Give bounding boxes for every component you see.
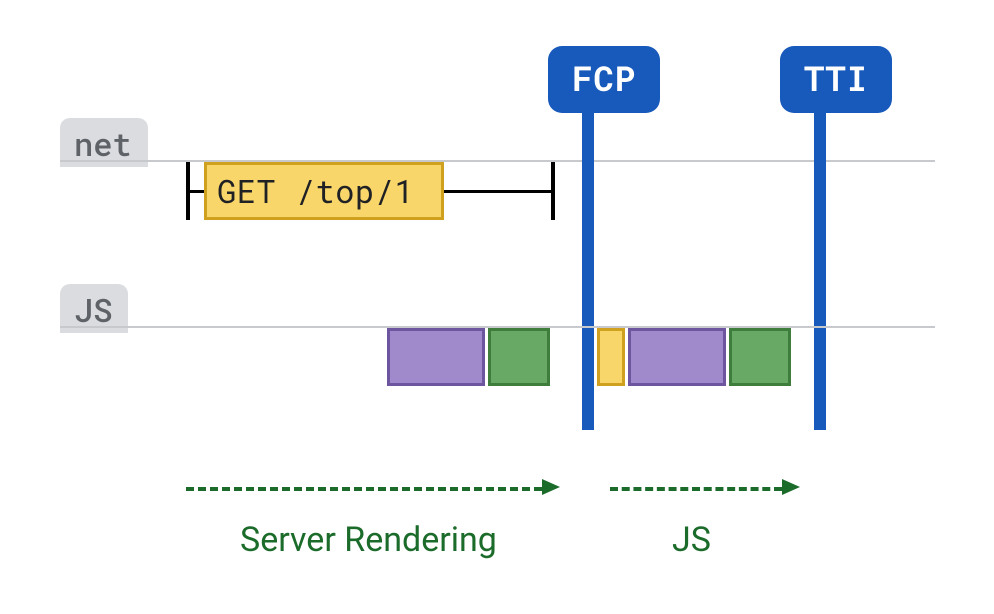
js-block-3-purple xyxy=(628,328,726,386)
server-rendering-label: Server Rendering xyxy=(240,520,497,560)
tti-pill: TTI xyxy=(780,46,892,113)
js-block-4-green xyxy=(729,328,791,386)
timing-diagram: FCP TTI net GET /top/1 JS Server Renderi… xyxy=(0,0,994,614)
fcp-pill: FCP xyxy=(548,46,660,113)
lane-rule-net xyxy=(60,160,935,162)
js-block-1-green xyxy=(488,328,550,386)
js-phase-arrow-head xyxy=(782,479,800,495)
fcp-marker-line xyxy=(582,100,594,430)
js-phase-label: JS xyxy=(672,520,711,560)
server-rendering-arrow-line xyxy=(186,487,542,491)
js-block-2-yellow xyxy=(597,328,625,386)
js-block-0-purple xyxy=(387,328,485,386)
server-rendering-arrow-head xyxy=(542,479,560,495)
tti-marker-line xyxy=(814,100,826,430)
js-phase-arrow-line xyxy=(610,487,782,491)
request-box: GET /top/1 xyxy=(204,162,444,220)
